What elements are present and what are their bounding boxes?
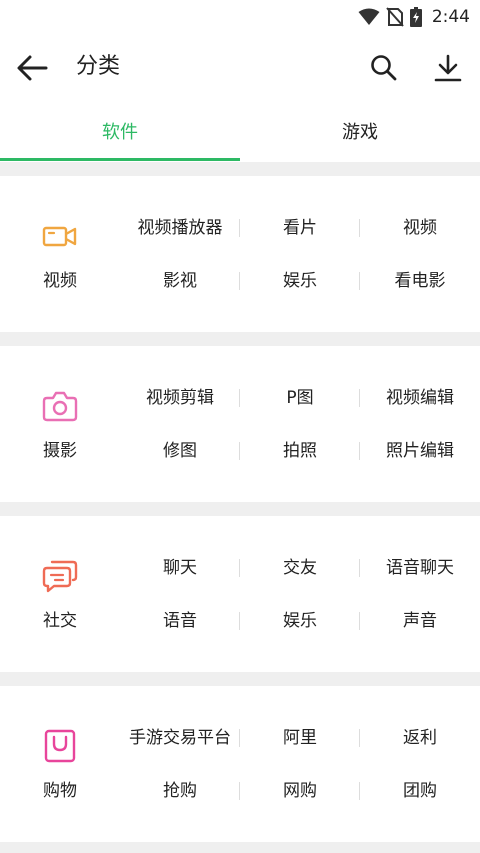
status-time: 2:44	[431, 7, 470, 27]
category-tag[interactable]: 视频播放器	[120, 216, 240, 240]
download-icon	[434, 54, 462, 82]
app-bar: 分类	[0, 34, 480, 100]
tab-indicator	[0, 158, 240, 161]
category-tag[interactable]: 网购	[240, 779, 360, 803]
category-tag[interactable]: 看片	[240, 216, 360, 240]
category-tag[interactable]: 返利	[360, 726, 480, 750]
back-button[interactable]	[12, 48, 52, 88]
category-tag[interactable]: 修图	[120, 439, 240, 463]
category-tag[interactable]: 手游交易平台	[120, 726, 240, 750]
category-tag[interactable]: 视频剪辑	[120, 386, 240, 410]
category-tag[interactable]: 交友	[240, 556, 360, 580]
category-tag[interactable]: 娱乐	[240, 269, 360, 293]
category-name[interactable]: 购物	[0, 779, 120, 803]
section-divider	[0, 332, 480, 346]
category-tag[interactable]: 影视	[120, 269, 240, 293]
category-tag[interactable]: 视频	[360, 216, 480, 240]
category-name[interactable]: 视频	[0, 269, 120, 293]
category-tag[interactable]: 抢购	[120, 779, 240, 803]
no-sim-icon	[386, 7, 404, 27]
battery-charging-icon	[409, 7, 422, 27]
video-camera-icon	[40, 216, 80, 256]
tab-software[interactable]: 软件	[0, 100, 240, 162]
shopping-bag-icon	[40, 726, 80, 766]
category-tag[interactable]: 看电影	[360, 269, 480, 293]
chat-bubbles-icon	[40, 556, 80, 596]
category-tag[interactable]: 阿里	[240, 726, 360, 750]
category-name[interactable]: 摄影	[0, 439, 120, 463]
section-divider	[0, 162, 480, 176]
category-shopping: 购物 手游交易平台 阿里 返利 抢购 网购 团购	[0, 686, 480, 842]
tab-bar: 软件 游戏	[0, 100, 480, 162]
arrow-left-icon	[17, 55, 48, 81]
search-button[interactable]	[364, 48, 404, 88]
category-tag[interactable]: 视频编辑	[360, 386, 480, 410]
page-title: 分类	[76, 54, 121, 79]
tab-games[interactable]: 游戏	[240, 100, 480, 162]
category-tag[interactable]: 娱乐	[240, 609, 360, 633]
category-tag[interactable]: 语音	[120, 609, 240, 633]
status-icons: 2:44	[358, 4, 470, 30]
category-tag[interactable]: 声音	[360, 609, 480, 633]
download-button[interactable]	[428, 48, 468, 88]
category-tag[interactable]: 照片编辑	[360, 439, 480, 463]
category-tag[interactable]: 语音聊天	[360, 556, 480, 580]
section-divider	[0, 502, 480, 516]
status-bar: 2:44	[0, 0, 480, 34]
section-divider	[0, 842, 480, 853]
category-social: 社交 聊天 交友 语音聊天 语音 娱乐 声音	[0, 516, 480, 672]
section-divider	[0, 672, 480, 686]
category-photography: 摄影 视频剪辑 P图 视频编辑 修图 拍照 照片编辑	[0, 346, 480, 502]
category-video: 视频 视频播放器 看片 视频 影视 娱乐 看电影	[0, 176, 480, 332]
category-tag[interactable]: 团购	[360, 779, 480, 803]
category-name[interactable]: 社交	[0, 609, 120, 633]
category-tag[interactable]: 拍照	[240, 439, 360, 463]
search-icon	[371, 55, 397, 81]
wifi-icon	[358, 8, 380, 25]
camera-icon	[40, 386, 80, 426]
category-tag[interactable]: 聊天	[120, 556, 240, 580]
category-tag[interactable]: P图	[240, 386, 360, 410]
